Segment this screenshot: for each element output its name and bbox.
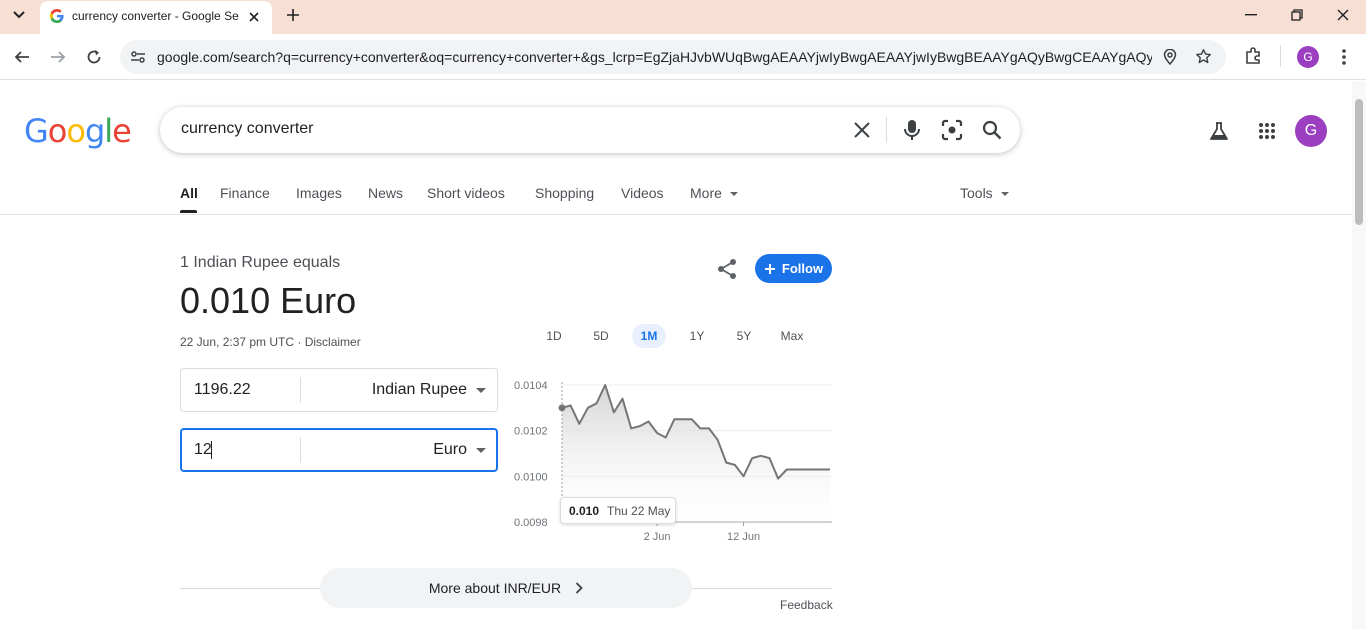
location-icon[interactable] [1163,48,1177,70]
restore-icon[interactable] [1282,4,1312,26]
range-1d[interactable]: 1D [540,324,568,348]
tab-short-videos[interactable]: Short videos [427,185,505,201]
range-5y[interactable]: 5Y [730,324,758,348]
tab-images[interactable]: Images [296,185,342,201]
window-close-icon[interactable] [1328,4,1358,26]
tab-more[interactable]: More [690,185,738,201]
tab-strip: currency converter - Google Se [0,0,1366,34]
y-tick-label: 0.0100 [514,471,548,483]
clear-icon[interactable] [850,118,874,142]
more-about-button[interactable]: More about INR/EUR [320,568,692,608]
y-tick-label: 0.0104 [514,380,548,392]
share-icon[interactable] [715,257,739,281]
dropdown-caret-icon[interactable] [476,388,486,393]
bookmark-star-icon[interactable] [1195,48,1212,70]
page-scrollbar[interactable] [1352,81,1366,629]
profile-avatar[interactable]: G [1297,46,1319,68]
extensions-icon[interactable] [1245,47,1263,70]
tab-tools-label: Tools [960,185,993,201]
forward-icon[interactable] [45,44,71,70]
chevron-down-icon [729,191,738,196]
tab-finance[interactable]: Finance [220,185,270,201]
from-currency-select[interactable]: Indian Rupee [372,381,467,399]
follow-label: Follow [781,261,824,276]
chart-tooltip: 0.010 Thu 22 May [560,497,676,524]
rate-label: 1 Indian Rupee equals [180,254,341,271]
to-amount-input[interactable]: 12 [194,441,212,459]
dropdown-caret-icon[interactable] [476,448,486,453]
tab-title: currency converter - Google Se [72,9,239,23]
rate-timestamp: 22 Jun, 2:37 pm UTC · Disclaimer [180,335,361,349]
range-1m[interactable]: 1M [632,324,666,348]
range-5d[interactable]: 5D [587,324,615,348]
address-bar[interactable]: google.com/search?q=currency+converter&o… [120,40,1226,74]
toolbar-divider [1280,45,1281,67]
browser-tab[interactable]: currency converter - Google Se [40,1,272,34]
tab-news[interactable]: News [368,185,403,201]
y-tick-label: 0.0102 [514,426,548,438]
tab-shopping[interactable]: Shopping [535,185,594,201]
x-tick-label: 2 Jun [644,531,671,543]
search-divider [886,117,887,143]
google-favicon [50,9,64,28]
field-divider [300,377,301,403]
scrollbar-thumb[interactable] [1355,99,1363,225]
feedback-link[interactable]: Feedback [780,598,833,612]
mic-icon[interactable] [900,118,924,142]
range-1y[interactable]: 1Y [683,324,711,348]
close-icon[interactable] [246,9,262,25]
x-tick-label: 12 Jun [727,531,760,543]
browser-toolbar: google.com/search?q=currency+converter&o… [0,34,1366,80]
conversion-result: 0.010 Euro [180,280,357,321]
search-icon[interactable] [980,118,1004,142]
minimize-icon[interactable] [1236,4,1266,26]
tab-videos[interactable]: Videos [621,185,664,201]
tab-list-icon[interactable] [6,4,32,26]
field-divider [300,437,301,463]
from-amount-box[interactable]: 1196.22 Indian Rupee [180,368,498,412]
chevron-down-icon [1000,191,1009,196]
labs-icon[interactable] [1207,119,1231,143]
from-amount-input[interactable]: 1196.22 [194,381,251,399]
tooltip-date: Thu 22 May [607,503,671,518]
more-about-label: More about INR/EUR [428,580,562,596]
search-nav-tabs: All Finance Images News Short videos Sho… [0,180,1352,215]
search-input[interactable]: currency converter [181,120,314,138]
apps-grid-icon[interactable] [1255,119,1279,143]
lens-icon[interactable] [940,118,964,142]
site-info-icon[interactable] [130,49,146,70]
new-tab-icon[interactable] [282,4,304,26]
tab-more-label: More [690,185,722,201]
chevron-right-icon [576,582,583,594]
google-logo[interactable]: Google [24,112,132,150]
plus-icon [764,263,775,274]
to-currency-select[interactable]: Euro [433,441,467,459]
search-box[interactable]: currency converter [160,107,1020,153]
url-text: google.com/search?q=currency+converter&o… [157,49,1152,65]
kebab-menu-icon[interactable] [1337,48,1351,71]
back-icon[interactable] [9,44,35,70]
text-cursor [211,441,212,459]
account-avatar[interactable]: G [1295,115,1327,147]
y-tick-label: 0.0098 [514,517,548,529]
tab-tools[interactable]: Tools [960,185,1009,201]
reload-icon[interactable] [81,44,107,70]
active-tab-indicator [180,210,197,213]
tab-all[interactable]: All [180,185,198,201]
chart-hover-point [558,404,566,412]
follow-button[interactable]: Follow [755,254,832,283]
to-amount-box[interactable]: 12 Euro [180,428,498,472]
range-max[interactable]: Max [776,324,808,348]
tooltip-value: 0.010 [569,503,600,518]
